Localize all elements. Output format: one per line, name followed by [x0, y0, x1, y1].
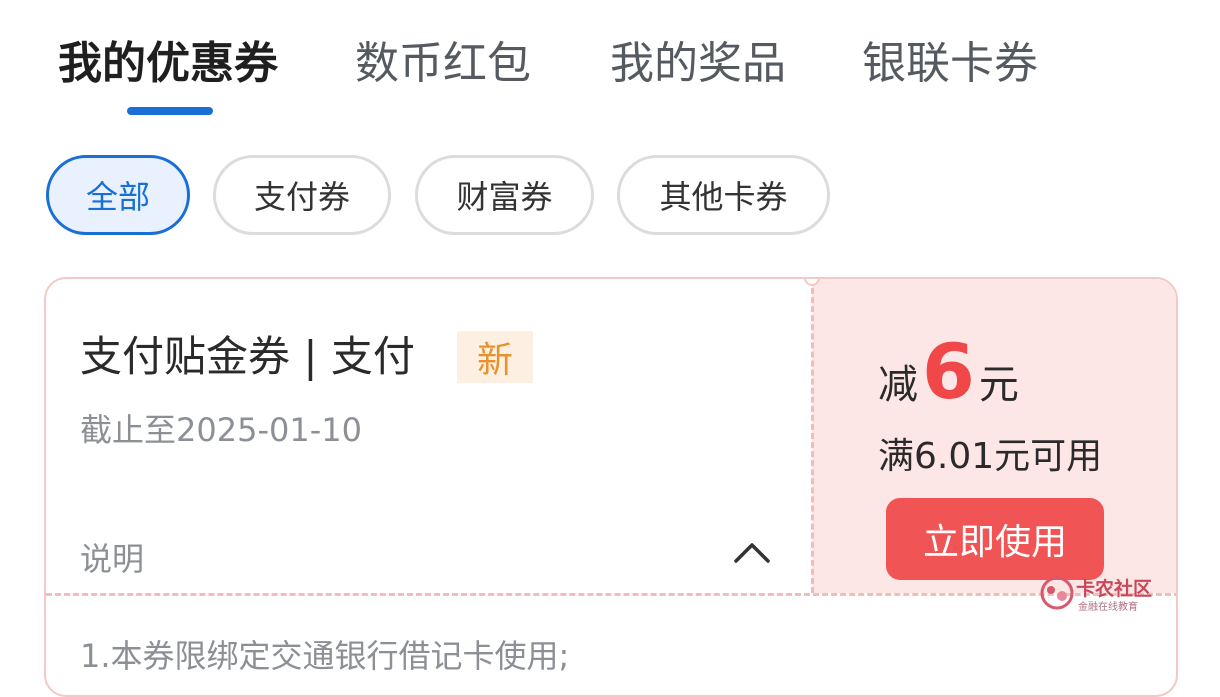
use-now-button[interactable]: 立即使用 [886, 498, 1104, 580]
coupon-divider-horizontal [46, 593, 1176, 596]
amount-prefix: 减 [878, 362, 918, 408]
chevron-up-icon[interactable] [732, 531, 772, 571]
kanong-logo-icon [1040, 576, 1074, 610]
watermark: 卡农社区 金融在线教育 [1040, 574, 1165, 614]
active-tab-indicator [127, 107, 213, 115]
tab-my-prizes[interactable]: 我的奖品 [610, 36, 786, 92]
tab-unionpay-vouchers[interactable]: 银联卡券 [862, 36, 1038, 92]
filter-all[interactable]: 全部 [46, 155, 190, 235]
amount-unit: 元 [978, 362, 1019, 408]
tab-my-coupons[interactable]: 我的优惠券 [58, 36, 278, 92]
new-badge: 新 [457, 331, 533, 383]
amount-value: 6 [922, 327, 975, 416]
filter-wealth-coupons[interactable]: 财富券 [415, 155, 594, 235]
tab-digital-red-packets[interactable]: 数币红包 [355, 36, 531, 92]
description-text: 1.本券限绑定交通银行借记卡使用; [80, 637, 570, 675]
description-label: 说明 [80, 540, 145, 578]
filter-payment-coupons[interactable]: 支付券 [213, 155, 391, 235]
filter-other-vouchers[interactable]: 其他卡券 [617, 155, 830, 235]
coupon-expiry: 截止至2025-01-10 [80, 411, 362, 449]
usage-condition: 满6.01元可用 [878, 436, 1103, 477]
coupon-title: 支付贴金券 | 支付 [80, 332, 415, 381]
coupon-value-panel: 减6 元 满6.01元可用 立即使用 [812, 279, 1176, 593]
top-tab-bar: 我的优惠券 数币红包 我的奖品 银联卡券 [0, 0, 1220, 130]
watermark-name: 卡农社区 [1076, 578, 1153, 600]
coupon-divider-vertical [811, 279, 814, 593]
coupon-amount: 减6 元 [878, 334, 1019, 410]
watermark-subtitle: 金融在线教育 [1078, 602, 1138, 613]
coupon-card: 减6 元 满6.01元可用 立即使用 支付贴金券 | 支付 新 截止至2025-0… [44, 277, 1178, 697]
